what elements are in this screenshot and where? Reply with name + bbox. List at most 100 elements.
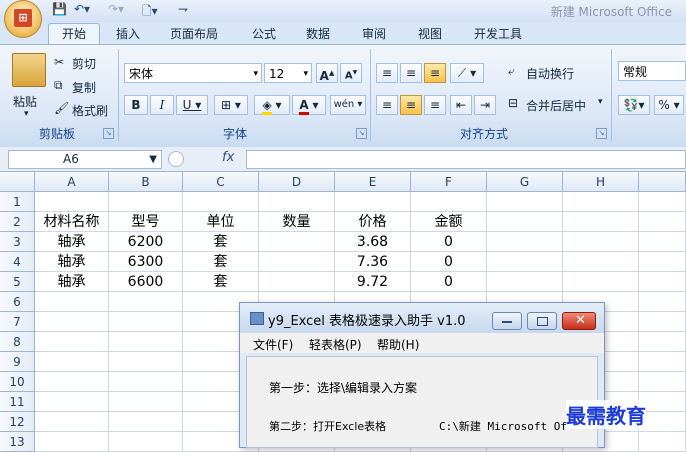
align-bottom-button[interactable]: ≡ bbox=[424, 63, 446, 83]
menu-light-table[interactable]: 轻表格(P) bbox=[309, 336, 362, 353]
cell-a1[interactable] bbox=[35, 192, 109, 212]
align-top-button[interactable]: ≡ bbox=[376, 63, 398, 83]
cell-a12[interactable] bbox=[35, 412, 109, 432]
increase-indent-button[interactable]: ⇥ bbox=[474, 95, 496, 115]
cell-d2[interactable]: 数量 bbox=[259, 212, 335, 232]
row-header-11[interactable]: 11 bbox=[0, 392, 35, 412]
merge-dropdown-icon[interactable]: ▾ bbox=[598, 97, 603, 107]
cell-e5[interactable]: 9.72 bbox=[335, 272, 411, 292]
cell-b6[interactable] bbox=[109, 292, 183, 312]
row-header-13[interactable]: 13 bbox=[0, 432, 35, 452]
cell-b13[interactable] bbox=[109, 432, 183, 452]
cell-g3[interactable] bbox=[487, 232, 563, 252]
tab-review[interactable]: 审阅 bbox=[362, 24, 386, 44]
undo-icon[interactable]: ↶▾ bbox=[74, 2, 90, 18]
cell-d4[interactable] bbox=[259, 252, 335, 272]
minimize-button[interactable] bbox=[492, 312, 522, 330]
cell-a8[interactable] bbox=[35, 332, 109, 352]
cell-h1[interactable] bbox=[563, 192, 639, 212]
align-right-button[interactable]: ≡ bbox=[424, 95, 446, 115]
cell-h5[interactable] bbox=[563, 272, 639, 292]
cell-b4[interactable]: 6300 bbox=[109, 252, 183, 272]
shrink-font-button[interactable]: A▼ bbox=[340, 63, 362, 83]
cell-filler[interactable] bbox=[639, 232, 686, 252]
cell-filler[interactable] bbox=[639, 432, 686, 452]
cell-c1[interactable] bbox=[183, 192, 259, 212]
column-header-b[interactable]: B bbox=[109, 172, 183, 192]
paste-button[interactable]: 粘贴 bbox=[13, 93, 37, 110]
office-button[interactable]: ⊞ bbox=[4, 0, 42, 38]
tab-formulas[interactable]: 公式 bbox=[252, 24, 276, 44]
cell-filler[interactable] bbox=[639, 272, 686, 292]
grow-font-button[interactable]: A▲ bbox=[316, 63, 338, 83]
cell-a11[interactable] bbox=[35, 392, 109, 412]
formula-input[interactable] bbox=[246, 150, 686, 169]
format-painter-button[interactable]: 格式刷 bbox=[72, 102, 108, 119]
accounting-format-button[interactable]: 💱▾ bbox=[618, 95, 650, 115]
cell-d3[interactable] bbox=[259, 232, 335, 252]
cell-filler[interactable] bbox=[639, 292, 686, 312]
bold-button[interactable]: B bbox=[124, 95, 148, 115]
row-header-8[interactable]: 8 bbox=[0, 332, 35, 352]
cell-e2[interactable]: 价格 bbox=[335, 212, 411, 232]
cell-a4[interactable]: 轴承 bbox=[35, 252, 109, 272]
cell-f2[interactable]: 金额 bbox=[411, 212, 487, 232]
close-button[interactable]: ✕ bbox=[562, 312, 596, 330]
font-name-combo[interactable]: 宋体 ▾ bbox=[124, 63, 262, 83]
cell-e4[interactable]: 7.36 bbox=[335, 252, 411, 272]
row-header-1[interactable]: 1 bbox=[0, 192, 35, 212]
menu-help[interactable]: 帮助(H) bbox=[377, 336, 419, 353]
row-header-6[interactable]: 6 bbox=[0, 292, 35, 312]
cell-b1[interactable] bbox=[109, 192, 183, 212]
cell-g1[interactable] bbox=[487, 192, 563, 212]
cell-filler[interactable] bbox=[639, 212, 686, 232]
tab-insert[interactable]: 插入 bbox=[116, 24, 140, 44]
paste-dropdown-icon[interactable]: ▾ bbox=[24, 109, 29, 119]
name-box[interactable]: A6 ▼ bbox=[8, 150, 162, 169]
percent-button[interactable]: % ▾ bbox=[654, 95, 684, 115]
cell-g2[interactable] bbox=[487, 212, 563, 232]
row-header-10[interactable]: 10 bbox=[0, 372, 35, 392]
cell-b11[interactable] bbox=[109, 392, 183, 412]
select-all-corner[interactable] bbox=[0, 172, 35, 192]
print-preview-icon[interactable]: 🗋▾ bbox=[142, 2, 158, 18]
cell-filler[interactable] bbox=[639, 352, 686, 372]
paste-icon[interactable] bbox=[12, 53, 46, 87]
tab-data[interactable]: 数据 bbox=[306, 24, 330, 44]
font-size-combo[interactable]: 12 ▾ bbox=[264, 63, 312, 83]
cell-a3[interactable]: 轴承 bbox=[35, 232, 109, 252]
align-middle-button[interactable]: ≡ bbox=[400, 63, 422, 83]
cell-filler[interactable] bbox=[639, 192, 686, 212]
cell-a6[interactable] bbox=[35, 292, 109, 312]
cell-b7[interactable] bbox=[109, 312, 183, 332]
cell-c3[interactable]: 套 bbox=[183, 232, 259, 252]
cell-filler[interactable] bbox=[639, 372, 686, 392]
align-center-button[interactable]: ≡ bbox=[400, 95, 422, 115]
cell-b10[interactable] bbox=[109, 372, 183, 392]
row-header-12[interactable]: 12 bbox=[0, 412, 35, 432]
cell-filler[interactable] bbox=[639, 312, 686, 332]
cell-a5[interactable]: 轴承 bbox=[35, 272, 109, 292]
cell-filler[interactable] bbox=[639, 412, 686, 432]
cell-a9[interactable] bbox=[35, 352, 109, 372]
cell-b5[interactable]: 6600 bbox=[109, 272, 183, 292]
cell-e3[interactable]: 3.68 bbox=[335, 232, 411, 252]
cell-f3[interactable]: 0 bbox=[411, 232, 487, 252]
cut-button[interactable]: 剪切 bbox=[72, 55, 96, 72]
tab-developer[interactable]: 开发工具 bbox=[474, 24, 522, 44]
borders-button[interactable]: ⊞ ▾ bbox=[214, 95, 248, 115]
cell-d1[interactable] bbox=[259, 192, 335, 212]
align-left-button[interactable]: ≡ bbox=[376, 95, 398, 115]
italic-button[interactable]: I bbox=[150, 95, 174, 115]
maximize-button[interactable] bbox=[527, 312, 557, 330]
cell-c2[interactable]: 单位 bbox=[183, 212, 259, 232]
row-header-3[interactable]: 3 bbox=[0, 232, 35, 252]
menu-file[interactable]: 文件(F) bbox=[253, 336, 293, 353]
customize-qat-icon[interactable]: ⇁ bbox=[178, 2, 188, 18]
cell-c5[interactable]: 套 bbox=[183, 272, 259, 292]
cell-a2[interactable]: 材料名称 bbox=[35, 212, 109, 232]
cell-b12[interactable] bbox=[109, 412, 183, 432]
cell-h3[interactable] bbox=[563, 232, 639, 252]
cell-f4[interactable]: 0 bbox=[411, 252, 487, 272]
cell-filler[interactable] bbox=[639, 252, 686, 272]
